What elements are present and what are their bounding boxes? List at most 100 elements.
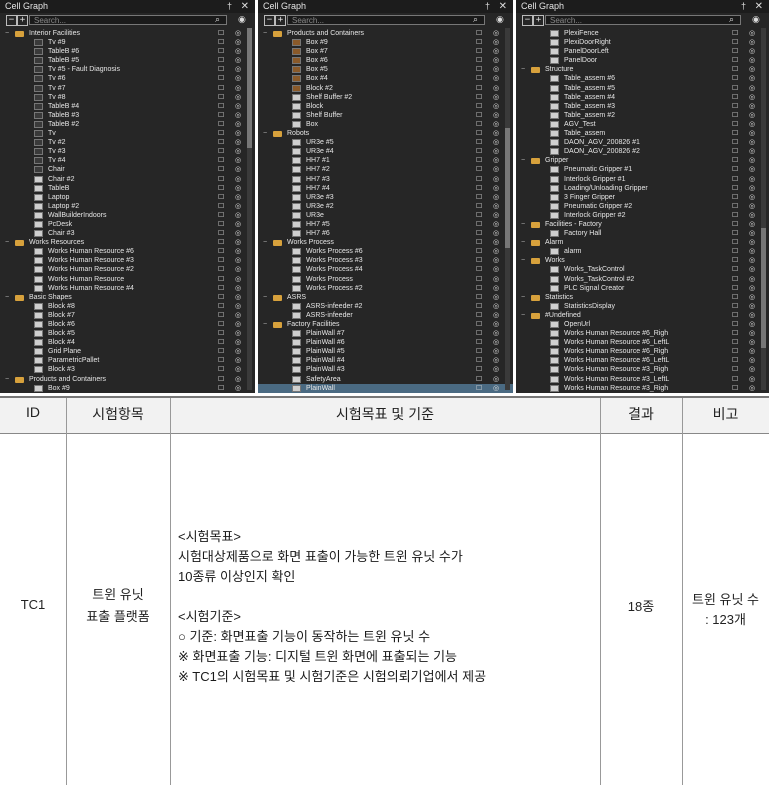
eye-icon[interactable]: ◎ (235, 384, 241, 393)
tree-item[interactable]: TableB #2 ☐ ◎ (0, 120, 255, 129)
lock-icon[interactable]: ☐ (218, 84, 224, 93)
eye-icon[interactable]: ◎ (235, 165, 241, 174)
lock-icon[interactable]: ☐ (476, 38, 482, 47)
eye-icon[interactable]: ◎ (493, 211, 499, 220)
eye-icon[interactable]: ◎ (749, 229, 755, 238)
expand-all-button[interactable]: + (533, 15, 544, 26)
eye-icon[interactable]: ◎ (235, 202, 241, 211)
visibility-toggle-all-icon[interactable]: ◉ (238, 14, 246, 25)
eye-icon[interactable]: ◎ (749, 329, 755, 338)
tree-item[interactable]: HH7 #5 ☐ ◎ (258, 220, 513, 229)
tree-item[interactable]: Works Human Resource #6_LeftL ☐ ◎ (516, 338, 769, 347)
search-icon[interactable]: ⌕ (215, 14, 220, 25)
tree-folder[interactable]: − Alarm ☐ ◎ (516, 238, 769, 247)
lock-icon[interactable]: ☐ (732, 74, 738, 83)
tree-item[interactable]: Box #6 ☐ ◎ (258, 56, 513, 65)
collapse-toggle-icon[interactable]: − (521, 65, 525, 74)
tree-item[interactable]: Tv #6 ☐ ◎ (0, 74, 255, 83)
tree-item[interactable]: Box #4 ☐ ◎ (258, 74, 513, 83)
lock-icon[interactable]: ☐ (476, 193, 482, 202)
lock-icon[interactable]: ☐ (476, 47, 482, 56)
tree-item[interactable]: Box ☐ ◎ (258, 120, 513, 129)
eye-icon[interactable]: ◎ (749, 365, 755, 374)
lock-icon[interactable]: ☐ (732, 38, 738, 47)
collapse-toggle-icon[interactable]: − (521, 311, 525, 320)
tree-folder[interactable]: − Works Process ☐ ◎ (258, 238, 513, 247)
tree-item[interactable]: Tv #5 - Fault Diagnosis ☐ ◎ (0, 65, 255, 74)
tree-item[interactable]: PanelDoorLeft ☐ ◎ (516, 47, 769, 56)
tree-item[interactable]: SafetyArea ☐ ◎ (258, 375, 513, 384)
tree-item[interactable]: Interlock Gripper #2 ☐ ◎ (516, 211, 769, 220)
lock-icon[interactable]: ☐ (218, 165, 224, 174)
lock-icon[interactable]: ☐ (732, 165, 738, 174)
tree-item[interactable]: UR3e #2 ☐ ◎ (258, 202, 513, 211)
lock-icon[interactable]: ☐ (476, 65, 482, 74)
scrollbar-thumb[interactable] (761, 228, 766, 348)
tree-item[interactable]: HH7 #4 ☐ ◎ (258, 184, 513, 193)
tree-item[interactable]: StatisticsDisplay ☐ ◎ (516, 302, 769, 311)
eye-icon[interactable]: ◎ (235, 265, 241, 274)
lock-icon[interactable]: ☐ (476, 229, 482, 238)
scrollbar[interactable] (247, 28, 252, 390)
tree-item[interactable]: HH7 #2 ☐ ◎ (258, 165, 513, 174)
tree-item[interactable]: PcDesk ☐ ◎ (0, 220, 255, 229)
lock-icon[interactable]: ☐ (218, 47, 224, 56)
eye-icon[interactable]: ◎ (235, 193, 241, 202)
tree-item[interactable]: PlainWall ☐ ◎ (258, 383, 513, 393)
lock-icon[interactable]: ☐ (476, 111, 482, 120)
lock-icon[interactable]: ☐ (476, 29, 482, 38)
tree-item[interactable]: Works Human Resource #6_Righ ☐ ◎ (516, 347, 769, 356)
lock-icon[interactable]: ☐ (476, 156, 482, 165)
tree-item[interactable]: PlainWall #5 ☐ ◎ (258, 347, 513, 356)
tree-item[interactable]: Block #8 ☐ ◎ (0, 302, 255, 311)
lock-icon[interactable]: ☐ (218, 293, 224, 302)
eye-icon[interactable]: ◎ (235, 156, 241, 165)
eye-icon[interactable]: ◎ (235, 102, 241, 111)
tree-folder[interactable]: − Robots ☐ ◎ (258, 129, 513, 138)
eye-icon[interactable]: ◎ (493, 74, 499, 83)
tree-item[interactable]: Works Human Resource #3_Righ ☐ ◎ (516, 365, 769, 374)
tree-item[interactable]: ParametricPallet ☐ ◎ (0, 356, 255, 365)
pin-icon[interactable]: † (741, 0, 746, 13)
lock-icon[interactable]: ☐ (732, 375, 738, 384)
eye-icon[interactable]: ◎ (235, 111, 241, 120)
tree-item[interactable]: PlainWall #6 ☐ ◎ (258, 338, 513, 347)
eye-icon[interactable]: ◎ (493, 275, 499, 284)
tree-item[interactable]: PlainWall #3 ☐ ◎ (258, 365, 513, 374)
collapse-toggle-icon[interactable]: − (5, 375, 9, 384)
lock-icon[interactable]: ☐ (218, 247, 224, 256)
eye-icon[interactable]: ◎ (493, 365, 499, 374)
tree-item[interactable]: PlexiFence ☐ ◎ (516, 29, 769, 38)
eye-icon[interactable]: ◎ (235, 320, 241, 329)
lock-icon[interactable]: ☐ (476, 375, 482, 384)
tree-item[interactable]: ASRS-infeeder #2 ☐ ◎ (258, 302, 513, 311)
eye-icon[interactable]: ◎ (749, 184, 755, 193)
tree-folder[interactable]: − Gripper ☐ ◎ (516, 156, 769, 165)
tree-item[interactable]: Works_TaskControl #2 ☐ ◎ (516, 275, 769, 284)
lock-icon[interactable]: ☐ (476, 238, 482, 247)
eye-icon[interactable]: ◎ (235, 74, 241, 83)
eye-icon[interactable]: ◎ (749, 220, 755, 229)
tree-item[interactable]: TableB #3 ☐ ◎ (0, 111, 255, 120)
lock-icon[interactable]: ☐ (476, 120, 482, 129)
eye-icon[interactable]: ◎ (493, 356, 499, 365)
tree-item[interactable]: Works Human Resource #3 ☐ ◎ (0, 256, 255, 265)
tree-item[interactable]: Table_assem #5 ☐ ◎ (516, 84, 769, 93)
lock-icon[interactable]: ☐ (732, 265, 738, 274)
collapse-toggle-icon[interactable]: − (263, 129, 267, 138)
tree-item[interactable]: Table_assem ☐ ◎ (516, 129, 769, 138)
scrollbar-thumb[interactable] (505, 128, 510, 248)
tree-item[interactable]: UR3e #3 ☐ ◎ (258, 193, 513, 202)
lock-icon[interactable]: ☐ (218, 202, 224, 211)
tree-item[interactable]: 3 Finger Gripper ☐ ◎ (516, 193, 769, 202)
eye-icon[interactable]: ◎ (749, 74, 755, 83)
eye-icon[interactable]: ◎ (493, 338, 499, 347)
eye-icon[interactable]: ◎ (749, 147, 755, 156)
visibility-toggle-all-icon[interactable]: ◉ (752, 14, 760, 25)
tree-item[interactable]: Interlock Gripper #1 ☐ ◎ (516, 175, 769, 184)
lock-icon[interactable]: ☐ (476, 302, 482, 311)
lock-icon[interactable]: ☐ (476, 311, 482, 320)
eye-icon[interactable]: ◎ (749, 238, 755, 247)
close-icon[interactable]: ✕ (499, 0, 507, 13)
tree-item[interactable]: TableB ☐ ◎ (0, 184, 255, 193)
